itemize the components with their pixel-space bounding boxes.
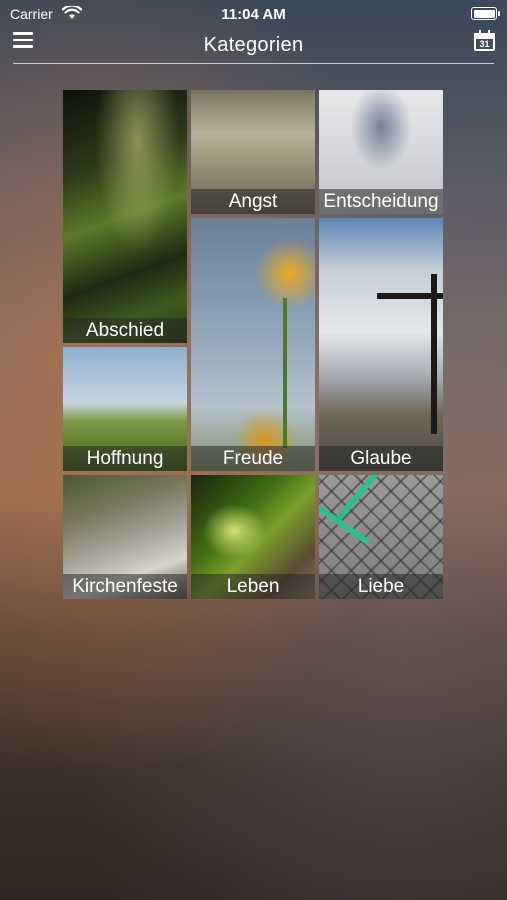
category-label: Abschied	[63, 318, 187, 343]
category-tile-hoffnung[interactable]: Hoffnung	[63, 347, 187, 471]
category-label: Angst	[191, 189, 315, 214]
category-tile-kirchenfeste[interactable]: Kirchenfeste	[63, 475, 187, 599]
status-time: 11:04 AM	[221, 6, 286, 23]
battery-icon	[471, 7, 500, 20]
category-label: Liebe	[319, 574, 443, 599]
category-tile-liebe[interactable]: Liebe	[319, 475, 443, 599]
page-title: Kategorien	[203, 34, 304, 56]
category-label: Kirchenfeste	[63, 574, 187, 599]
category-label: Entscheidung	[319, 189, 443, 214]
category-tile-leben[interactable]: Leben	[191, 475, 315, 599]
calendar-day: 31	[479, 39, 490, 49]
nav-divider	[13, 63, 494, 64]
category-tile-abschied[interactable]: Abschied	[63, 90, 187, 343]
navigation-bar: Kategorien 31	[0, 28, 507, 64]
ribbon-shape	[336, 475, 413, 520]
category-tile-freude[interactable]: Freude	[191, 218, 315, 471]
category-label: Glaube	[319, 446, 443, 471]
category-label: Hoffnung	[63, 446, 187, 471]
status-bar: Carrier 11:04 AM	[0, 0, 507, 28]
sunflower-stem	[283, 298, 287, 448]
category-tile-glaube[interactable]: Glaube	[319, 218, 443, 471]
category-tile-entscheidung[interactable]: Entscheidung	[319, 90, 443, 214]
category-tile-angst[interactable]: Angst	[191, 90, 315, 214]
category-label: Freude	[191, 446, 315, 471]
category-label: Leben	[191, 574, 315, 599]
category-grid: Abschied Angst Entscheidung Freude Glaub…	[63, 90, 445, 599]
calendar-icon[interactable]: 31	[474, 29, 495, 51]
